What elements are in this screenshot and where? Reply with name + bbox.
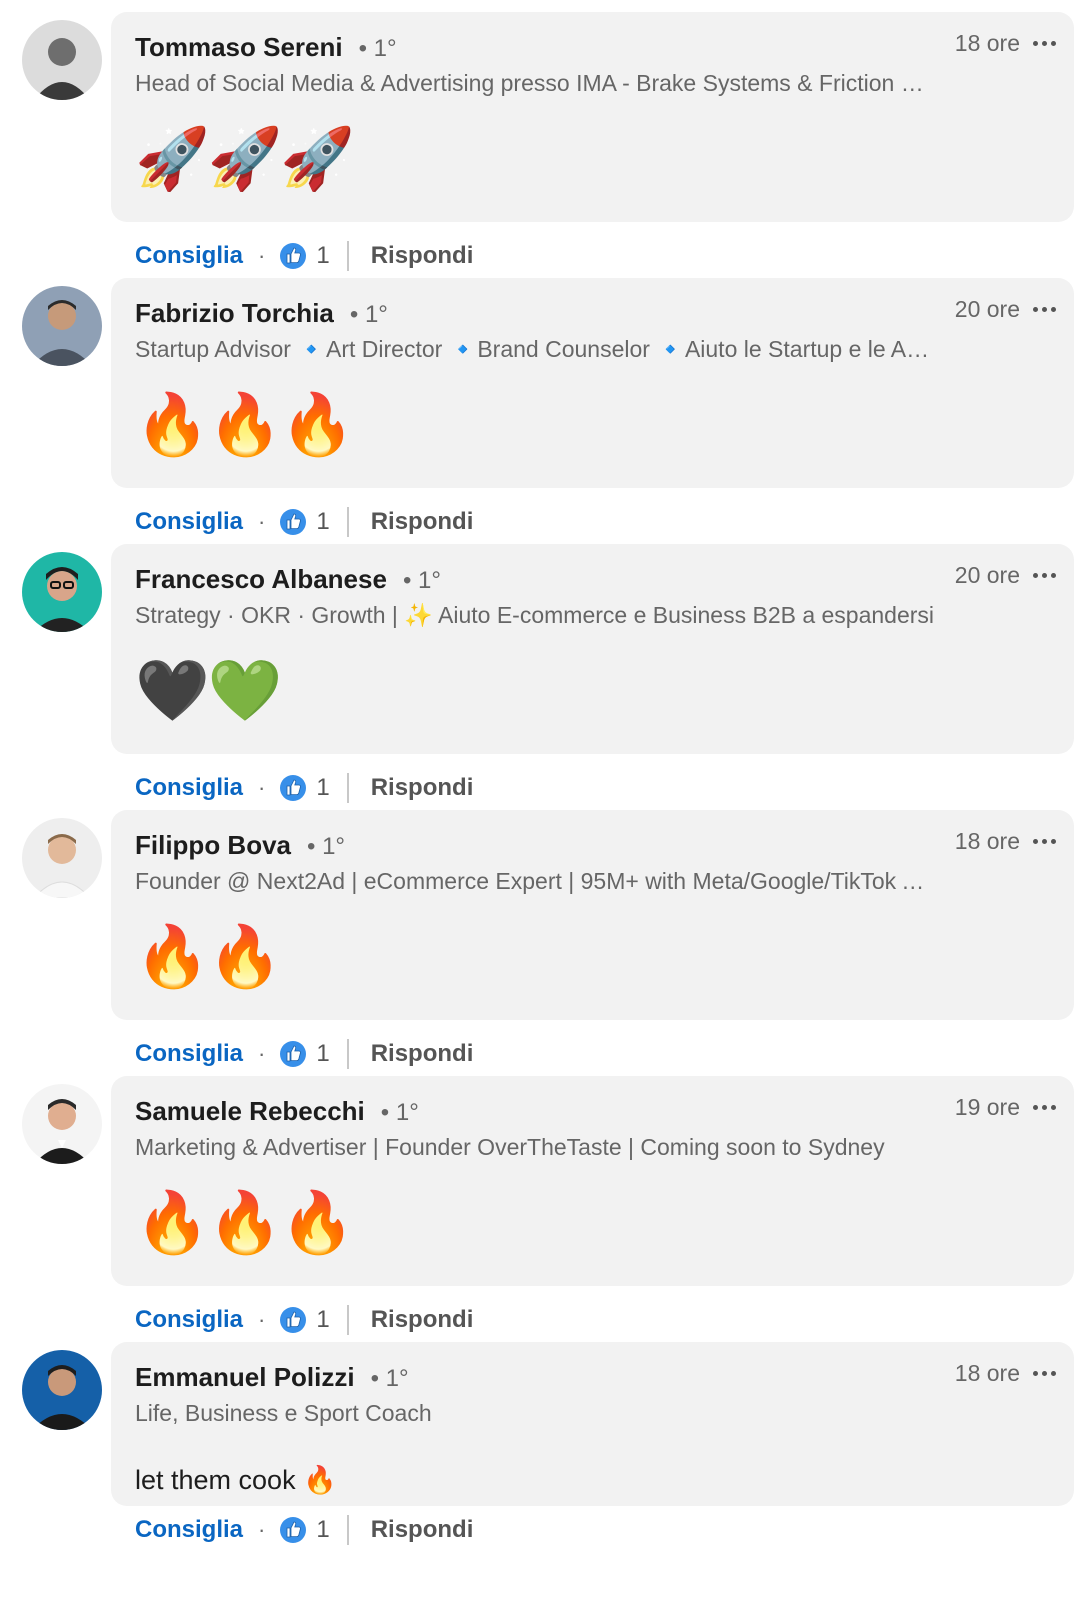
avatar[interactable] (22, 1350, 102, 1430)
reply-button[interactable]: Rispondi (371, 508, 474, 536)
comment-actions: Consiglia · 1 Rispondi (135, 1304, 473, 1336)
comment-item: Filippo Bova • 1° 18 ore Founder @ Next2… (0, 810, 1092, 1086)
comment-text: 🔥🔥🔥 (135, 391, 355, 458)
comment-time: 19 ore (954, 1094, 1020, 1120)
author-headline: Strategy · OKR · Growth | ✨ Aiuto E-comm… (135, 602, 935, 628)
comment-bubble: Samuele Rebecchi • 1° 19 ore Marketing &… (111, 1076, 1074, 1286)
like-reaction-icon[interactable] (279, 242, 307, 270)
action-divider (346, 241, 349, 271)
avatar[interactable] (22, 20, 102, 100)
separator-dot: · (258, 1041, 266, 1066)
like-count[interactable]: 1 (316, 1306, 329, 1334)
more-options-icon[interactable] (1033, 1364, 1056, 1384)
author-headline: Head of Social Media & Advertising press… (135, 70, 935, 96)
avatar[interactable] (22, 818, 102, 898)
like-button[interactable]: Consiglia (135, 774, 243, 802)
comments-feed: Tommaso Sereni • 1° 18 ore Head of Socia… (0, 0, 1092, 1614)
comment-item: Tommaso Sereni • 1° 18 ore Head of Socia… (0, 12, 1092, 288)
connection-degree: • 1° (370, 1365, 409, 1392)
like-reaction-icon[interactable] (279, 1306, 307, 1334)
author-headline: Startup Advisor 🔹Art Director 🔹Brand Cou… (135, 336, 935, 362)
like-count[interactable]: 1 (316, 774, 329, 802)
author-name[interactable]: Filippo Bova (135, 830, 291, 861)
connection-degree: • 1° (307, 833, 346, 860)
comment-bubble: Filippo Bova • 1° 18 ore Founder @ Next2… (111, 810, 1074, 1020)
separator-dot: · (258, 509, 266, 534)
author-name[interactable]: Emmanuel Polizzi (135, 1362, 355, 1393)
separator-dot: · (258, 243, 266, 268)
comment-time: 20 ore (954, 562, 1020, 588)
like-reaction-icon[interactable] (279, 1040, 307, 1068)
like-button[interactable]: Consiglia (135, 1306, 243, 1334)
like-reaction-icon[interactable] (279, 1516, 307, 1544)
action-divider (346, 1305, 349, 1335)
more-options-icon[interactable] (1033, 1098, 1056, 1118)
like-reaction-icon[interactable] (279, 508, 307, 536)
separator-dot: · (258, 1307, 266, 1332)
comment-bubble: Francesco Albanese • 1° 20 ore Strategy … (111, 544, 1074, 754)
action-divider (346, 1039, 349, 1069)
comment-bubble: Tommaso Sereni • 1° 18 ore Head of Socia… (111, 12, 1074, 222)
connection-degree: • 1° (402, 567, 441, 594)
comment-item: Emmanuel Polizzi • 1° 18 ore Life, Busin… (0, 1342, 1092, 1614)
author-name[interactable]: Tommaso Sereni (135, 32, 343, 63)
comment-item: Francesco Albanese • 1° 20 ore Strategy … (0, 544, 1092, 820)
author-headline: Life, Business e Sport Coach (135, 1400, 432, 1426)
like-button[interactable]: Consiglia (135, 508, 243, 536)
separator-dot: · (258, 1517, 266, 1542)
comment-bubble: Emmanuel Polizzi • 1° 18 ore Life, Busin… (111, 1342, 1074, 1506)
connection-degree: • 1° (358, 35, 397, 62)
reply-button[interactable]: Rispondi (371, 1040, 474, 1068)
comment-item: Samuele Rebecchi • 1° 19 ore Marketing &… (0, 1076, 1092, 1352)
comment-item: Fabrizio Torchia • 1° 20 ore Startup Adv… (0, 278, 1092, 554)
comment-text: 🔥🔥🔥 (135, 1189, 355, 1256)
like-count[interactable]: 1 (316, 508, 329, 536)
comment-text: let them cook 🔥 (135, 1465, 337, 1495)
connection-degree: • 1° (349, 301, 388, 328)
comment-text: 🚀🚀🚀 (135, 125, 355, 192)
like-count[interactable]: 1 (316, 1516, 329, 1544)
avatar[interactable] (22, 1084, 102, 1164)
like-button[interactable]: Consiglia (135, 242, 243, 270)
action-divider (346, 1515, 349, 1545)
author-name[interactable]: Fabrizio Torchia (135, 298, 334, 329)
comment-time: 18 ore (954, 828, 1020, 854)
more-options-icon[interactable] (1033, 300, 1056, 320)
reply-button[interactable]: Rispondi (371, 1516, 474, 1544)
comment-time: 18 ore (954, 1360, 1020, 1386)
action-divider (346, 773, 349, 803)
like-button[interactable]: Consiglia (135, 1516, 243, 1544)
connection-degree: • 1° (380, 1099, 419, 1126)
comment-actions: Consiglia · 1 Rispondi (135, 240, 473, 272)
more-options-icon[interactable] (1033, 34, 1056, 54)
comment-time: 18 ore (954, 30, 1020, 56)
comment-actions: Consiglia · 1 Rispondi (135, 1038, 473, 1070)
reply-button[interactable]: Rispondi (371, 242, 474, 270)
like-count[interactable]: 1 (316, 242, 329, 270)
like-count[interactable]: 1 (316, 1040, 329, 1068)
comment-text: 🖤💚 (135, 657, 282, 724)
author-headline: Marketing & Advertiser | Founder OverThe… (135, 1134, 885, 1160)
author-name[interactable]: Samuele Rebecchi (135, 1096, 365, 1127)
avatar[interactable] (22, 286, 102, 366)
more-options-icon[interactable] (1033, 832, 1056, 852)
author-name[interactable]: Francesco Albanese (135, 564, 387, 595)
comment-actions: Consiglia · 1 Rispondi (135, 506, 473, 538)
avatar[interactable] (22, 552, 102, 632)
comment-text: 🔥🔥 (135, 923, 282, 990)
action-divider (346, 507, 349, 537)
separator-dot: · (258, 775, 266, 800)
like-reaction-icon[interactable] (279, 774, 307, 802)
like-button[interactable]: Consiglia (135, 1040, 243, 1068)
more-options-icon[interactable] (1033, 566, 1056, 586)
comment-actions: Consiglia · 1 Rispondi (135, 1514, 473, 1546)
comment-bubble: Fabrizio Torchia • 1° 20 ore Startup Adv… (111, 278, 1074, 488)
reply-button[interactable]: Rispondi (371, 774, 474, 802)
reply-button[interactable]: Rispondi (371, 1306, 474, 1334)
comment-time: 20 ore (954, 296, 1020, 322)
comment-actions: Consiglia · 1 Rispondi (135, 772, 473, 804)
author-headline: Founder @ Next2Ad | eCommerce Expert | 9… (135, 868, 935, 894)
